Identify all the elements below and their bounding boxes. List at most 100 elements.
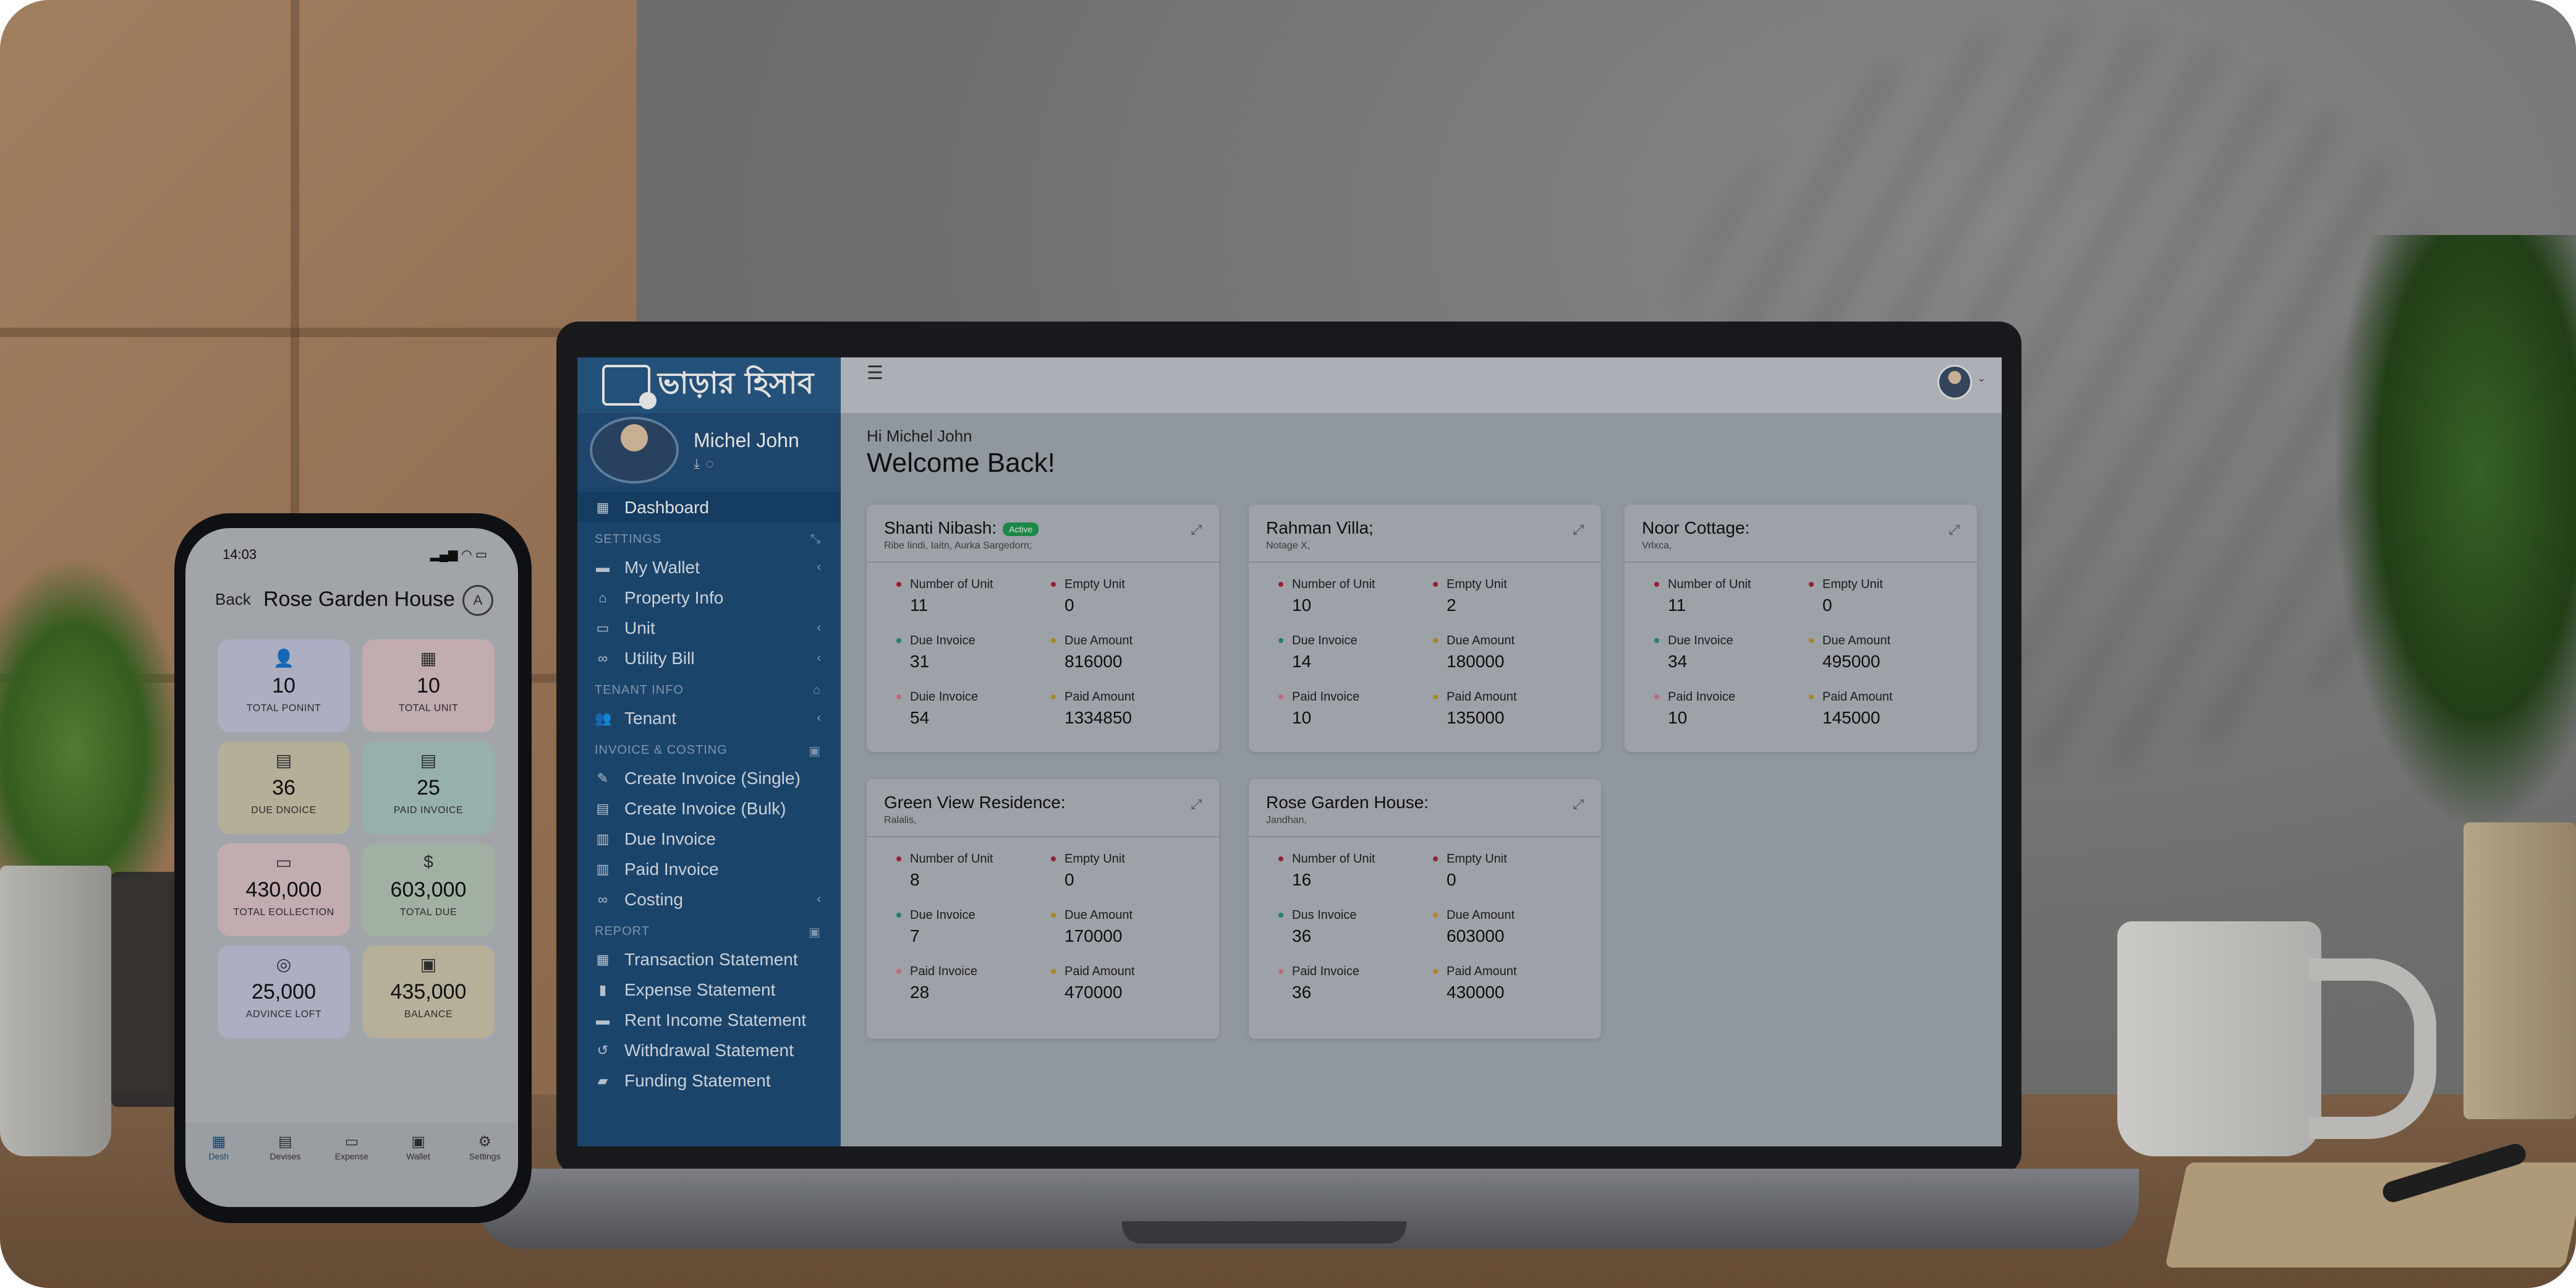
property-card[interactable]: Rahman Villa; Notage X, ⤢ Number of Unit 10 E… — [1249, 505, 1601, 752]
tile-value: 36 — [272, 776, 295, 800]
download-icon[interactable]: ⤓ — [694, 456, 706, 471]
stats-grid: Number of Unit 11 Empty Unit 0 Due Invoice 34… — [1625, 563, 1977, 734]
user-name: Michel John — [694, 429, 799, 451]
sidebar-item-tenant[interactable]: 👥 Tenant ‹ — [577, 703, 841, 733]
stat-value: 180000 — [1447, 652, 1505, 671]
property-card[interactable]: Noor Cottage: Vrlxca, ⤢ Number of Unit 11 Emp… — [1625, 505, 1977, 752]
tab-devises[interactable]: ▤ Devises — [257, 1133, 313, 1161]
message-icon[interactable]: ◌ — [706, 456, 720, 471]
dashboard-main: Hi Michel John Welcome Back! Shanti Niba… — [841, 413, 2002, 1146]
stat-label: Paid Invoice — [1654, 690, 1822, 704]
stat-label: Due Invoice — [1278, 634, 1447, 648]
sidebar-item-dashboard[interactable]: ▦ Dashboard — [577, 492, 841, 522]
stat-value: 145000 — [1822, 708, 1881, 727]
sidebar: ভাড়ার হিসাব Michel John ⤓◌ ▦ Dashboard … — [577, 357, 841, 1146]
stat-value: 1334850 — [1065, 708, 1133, 727]
sidebar-item-property-info[interactable]: ⌂ Property Info — [577, 582, 841, 613]
sidebar-item-due-invoice[interactable]: ▥ Due Invoice — [577, 824, 841, 854]
profile-actions: ⤓◌ — [694, 456, 799, 472]
sidebar-item-label: Withdrawal Statement — [624, 1040, 794, 1060]
section-label: REPORT — [595, 924, 650, 938]
stat-value: 0 — [1447, 870, 1456, 889]
summary-tile[interactable]: $603,000 TOTAL DUE — [362, 843, 495, 936]
summary-tile[interactable]: ▦ 10 TOTAL UNIT — [362, 639, 495, 732]
sidebar-item-create-invoice-bulk[interactable]: ▤ Create Invoice (Bulk) — [577, 793, 841, 824]
property-title: Green View Residence: — [884, 793, 1066, 812]
summary-tile[interactable]: ▤ 25 PAID INVOICE — [362, 741, 495, 834]
sidebar-item-costing[interactable]: ∞ Costing ‹ — [577, 884, 841, 915]
tile-value: 25 — [417, 776, 440, 800]
stat-label: Dus Invoice — [1278, 908, 1447, 923]
tab-wallet[interactable]: ▣ Wallet — [391, 1133, 446, 1161]
undo-icon: ↺ — [597, 1042, 609, 1058]
sidebar-item-utility-bill[interactable]: ∞ Utility Bill ‹ — [577, 643, 841, 673]
stat-label: Paid Amount — [1809, 690, 1977, 704]
sidebar-item-expense-statement[interactable]: ▮ Expense Statement — [577, 975, 841, 1005]
expand-icon[interactable]: ⤢ — [1573, 796, 1584, 812]
tab-desh[interactable]: ▦ Desh — [191, 1133, 247, 1161]
back-button[interactable]: Back — [215, 590, 251, 609]
card-header: Rahman Villa; Notage X, ⤢ — [1249, 505, 1601, 563]
expand-icon[interactable]: ⤢ — [1573, 522, 1584, 538]
sidebar-item-create-invoice-single[interactable]: ✎ Create Invoice (Single) — [577, 763, 841, 793]
wallet-icon: ▬ — [596, 559, 610, 575]
stat-item: Empty Unit 0 — [1809, 578, 1977, 615]
expand-icon[interactable]: ⤢ — [1191, 796, 1202, 812]
sidebar-item-transaction-statement[interactable]: ▦ Transaction Statement — [577, 944, 841, 975]
collapse-icon[interactable]: ⤡ — [810, 532, 821, 547]
sidebar-item-unit[interactable]: ▭ Unit ‹ — [577, 613, 841, 643]
summary-tile[interactable]: ◎ 25,000 ADVINCE LOFT — [218, 945, 350, 1038]
property-card[interactable]: Shanti Nibash: Active Ribe Iindi, Iaitn, A… — [867, 505, 1219, 752]
stat-label: Paid Amount — [1051, 965, 1219, 979]
stat-value: 470000 — [1065, 983, 1123, 1002]
expand-icon[interactable]: ⤢ — [1949, 522, 1960, 538]
sidebar-item-withdrawal-statement[interactable]: ↺ Withdrawal Statement — [577, 1035, 841, 1065]
home-icon: ⌂ — [812, 683, 821, 697]
sidebar-item-label: Property Info — [624, 587, 724, 607]
expand-icon[interactable]: ⤢ — [1191, 522, 1202, 538]
laptop-screen: ভাড়ার হিসাব Michel John ⤓◌ ▦ Dashboard … — [577, 357, 2002, 1146]
brand-logo[interactable]: ভাড়ার হিসাব — [577, 357, 841, 413]
tile-label: PAID INVOICE — [393, 805, 464, 816]
menu-icon[interactable]: ☰ — [867, 362, 883, 384]
profile-icon[interactable]: A — [462, 585, 493, 616]
summary-tile[interactable]: 👤 10 TOTAL PONINT — [218, 639, 350, 732]
stat-item: Empty Unit 0 — [1433, 852, 1601, 890]
home-icon: ⌂ — [598, 589, 607, 605]
property-address: Ralalis, — [884, 815, 917, 825]
section-label: SETTINGS — [595, 532, 662, 546]
sidebar-item-rent-income-statement[interactable]: ▬ Rent Income Statement — [577, 1005, 841, 1035]
stat-value: 10 — [1668, 708, 1688, 727]
tile-label: TOTAL UNIT — [398, 703, 459, 714]
avatar[interactable] — [590, 417, 679, 484]
tab-expense[interactable]: ▭ Expense — [324, 1133, 380, 1161]
stat-item: Paid Amount 430000 — [1433, 965, 1601, 1002]
property-card[interactable]: Green View Residence: Ralalis, ⤢ Number of … — [867, 779, 1219, 1039]
sidebar-item-paid-invoice[interactable]: ▥ Paid Invoice — [577, 854, 841, 884]
sidebar-item-my-wallet[interactable]: ▬ My Wallet ‹ — [577, 552, 841, 582]
stat-label: Number of Unit — [896, 852, 1065, 866]
property-name: Noor Cottage: — [1642, 518, 1960, 538]
sidebar-item-funding-statement[interactable]: ▰ Funding Statement — [577, 1065, 841, 1096]
building-icon: ▦ — [420, 649, 437, 668]
section-settings: SETTINGS ⤡ — [577, 522, 841, 552]
chevron-down-icon[interactable]: ⌄ — [1978, 372, 1986, 385]
tile-value: 25,000 — [252, 980, 316, 1004]
chevron-left-icon: ‹ — [817, 711, 821, 725]
coffee-mug — [2117, 921, 2321, 1156]
summary-tile[interactable]: ▭ 430,000 TOTAL EOLLECTION — [218, 843, 350, 936]
stat-label: Number of Unit — [896, 578, 1065, 592]
stat-value: 430000 — [1447, 983, 1505, 1002]
invoice-icon: ▥ — [596, 861, 610, 877]
avatar[interactable] — [1937, 365, 1972, 399]
stat-value: 10 — [1292, 595, 1312, 615]
tile-label: TOTAL PONINT — [246, 703, 321, 714]
summary-tile[interactable]: ▣ 435,000 BALANCE — [362, 945, 495, 1038]
laptop-notch — [1122, 1221, 1406, 1243]
stat-item: Paid Amount 145000 — [1809, 690, 1977, 728]
summary-tile[interactable]: ▤ 36 DUE DNOICE — [218, 741, 350, 834]
tab-settings[interactable]: ⚙ Settings — [457, 1133, 512, 1161]
tile-label: TOTAL EOLLECTION — [233, 907, 334, 918]
stat-label: Empty Unit — [1051, 852, 1219, 866]
property-card[interactable]: Rose Garden House: Jandhan, ⤢ Number of Uni… — [1249, 779, 1601, 1039]
